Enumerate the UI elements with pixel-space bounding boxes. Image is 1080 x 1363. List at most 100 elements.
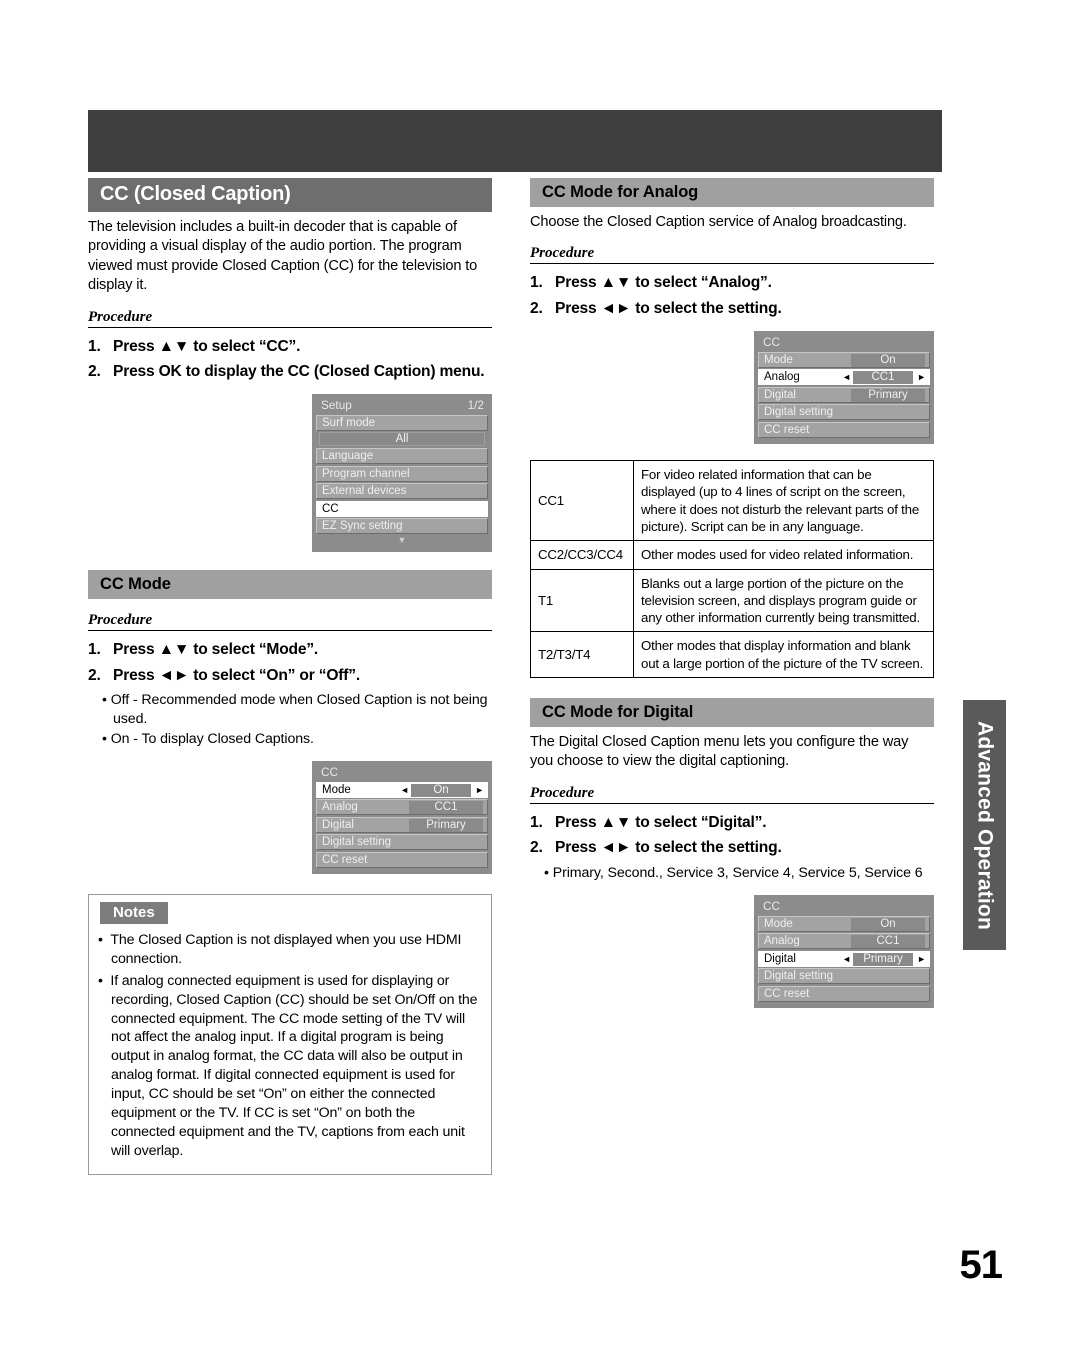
setup-row-label: CC [322,502,339,515]
cc-row-digital-setting[interactable]: Digital setting [758,968,930,985]
step-text: Press ▲▼ to select “CC”. [113,337,301,355]
setup-row-surf-mode[interactable]: Surf mode [316,414,488,431]
notes-list: The Closed Caption is not displayed when… [98,931,482,1161]
step-text: Press OK to display the CC (Closed Capti… [113,363,485,381]
bullets-cc-mode: Off - Recommended mode when Closed Capti… [88,691,492,748]
step-item: 1. Press ▲▼ to select “Digital”. [530,813,934,833]
step-number: 2. [88,666,101,684]
cc-row-label: Digital [764,388,796,401]
cc-row-cc-reset[interactable]: CC reset [758,985,930,1002]
cc-row-value: On [851,917,925,931]
digital-intro-text: The Digital Closed Caption menu lets you… [530,734,909,770]
arrow-left-icon[interactable]: ◄ [400,784,409,797]
setup-menu-wrapper: Setup 1/2 Surf mode All Language Program… [88,393,492,552]
table-row: CC1 For video related information that c… [530,460,934,542]
cc-row-value: CC1 [409,801,483,815]
setup-osd-title-text: Setup [321,397,352,412]
cc-row-label: CC reset [764,987,810,1000]
step-number: 2. [530,300,543,318]
cc-row-digital[interactable]: Digital Primary [758,386,930,403]
setup-row-language[interactable]: Language [316,448,488,465]
cc-row-cc-reset[interactable]: CC reset [316,851,488,868]
arrow-left-icon[interactable]: ◄ [842,953,851,966]
setup-osd-title: Setup 1/2 [316,395,488,415]
side-tab-advanced-operation: Advanced Operation [963,700,1006,950]
procedure-label-digital: Procedure [530,785,934,804]
cc-row-label: CC reset [322,853,368,866]
cc-osd-title: CC [316,762,488,782]
chevron-down-icon[interactable]: ▼ [316,535,488,547]
step-item: 1. Press ▲▼ to select “Analog”. [530,273,934,293]
cc-osd-title: CC [758,332,930,352]
setup-osd-menu: Setup 1/2 Surf mode All Language Program… [312,393,492,552]
cc-osd-title: CC [758,896,930,916]
step-item: 2. Press ◄► to select the setting. [530,838,934,858]
table-cell-desc: Other modes that display information and… [633,631,934,678]
table-cell-desc: Other modes used for video related infor… [633,540,934,570]
cc-row-mode[interactable]: Mode On [758,915,930,932]
cc-row-value: On [851,353,925,367]
cc-row-value: Primary [851,388,925,402]
step-text: Press ▲▼ to select “Mode”. [113,640,319,658]
cc-row-label: Digital setting [764,970,834,983]
right-column: CC Mode for Analog Choose the Closed Cap… [530,178,934,1009]
table-cell-desc: For video related information that can b… [633,460,934,542]
heading-cc-mode: CC Mode [88,569,492,599]
note-item: The Closed Caption is not displayed when… [98,931,482,969]
setup-row-cc[interactable]: CC [316,500,488,517]
cc-row-digital-setting[interactable]: Digital setting [316,834,488,851]
step-text: Press ◄► to select the setting. [555,839,782,857]
cc-osd-menu-analog: CC Mode On Analog ◄ CC1 ► Digital Primar… [754,330,934,445]
cc-row-analog[interactable]: Analog CC1 [758,933,930,950]
cc-menu-digital-wrapper: CC Mode On Analog CC1 Digital ◄ Primary … [530,894,934,1009]
cc-row-analog[interactable]: Analog CC1 [316,799,488,816]
step-text: Press ◄► to select “On” or “Off”. [113,666,360,684]
arrow-right-icon[interactable]: ► [917,371,926,384]
left-column: CC (Closed Caption) The television inclu… [88,178,492,1175]
arrow-right-icon[interactable]: ► [917,953,926,966]
setup-row-program-channel[interactable]: Program channel [316,465,488,482]
table-cell-key: CC1 [530,460,634,542]
cc-osd-title-text: CC [321,764,339,779]
cc-row-label: Analog [764,935,800,948]
cc-row-label: Digital setting [322,836,392,849]
step-number: 1. [88,640,101,658]
cc-osd-menu-digital: CC Mode On Analog CC1 Digital ◄ Primary … [754,894,934,1009]
cc-row-digital[interactable]: Digital ◄ Primary ► [758,950,930,967]
cc-intro-text: The television includes a built-in decod… [88,219,478,294]
steps-digital: 1. Press ▲▼ to select “Digital”. 2. Press … [530,813,934,858]
arrow-right-icon[interactable]: ► [475,784,484,797]
cc-row-digital[interactable]: Digital Primary [316,816,488,833]
steps-analog: 1. Press ▲▼ to select “Analog”. 2. Press ◄… [530,273,934,318]
side-tab-label: Advanced Operation [973,720,997,930]
arrow-left-icon[interactable]: ◄ [842,371,851,384]
procedure-label-analog: Procedure [530,245,934,265]
cc-row-mode[interactable]: Mode ◄ On ► [316,781,488,798]
setup-row-external-devices[interactable]: External devices [316,483,488,500]
setup-row-label: EZ Sync setting [322,520,403,533]
top-banner-bar [88,110,942,172]
cc-row-cc-reset[interactable]: CC reset [758,421,930,438]
cc-row-digital-setting[interactable]: Digital setting [758,404,930,421]
step-number: 2. [530,839,543,857]
notes-tag: Notes [100,902,168,925]
step-item: 2. Press ◄► to select the setting. [530,299,934,319]
cc-row-label: Mode [764,917,793,930]
cc-osd-title-text: CC [763,898,781,913]
setup-row-ez-sync-setting[interactable]: EZ Sync setting [316,518,488,535]
analog-intro-text: Choose the Closed Caption service of Ana… [530,214,907,230]
heading-cc-mode-for-analog: CC Mode for Analog [530,178,934,207]
table-cell-desc: Blanks out a large portion of the pictur… [633,568,934,633]
cc-row-value: CC1 [851,935,925,949]
step-number: 2. [88,363,101,381]
cc-menu-analog-wrapper: CC Mode On Analog ◄ CC1 ► Digital Primar… [530,330,934,445]
bullets-digital: Primary, Second., Service 3, Service 4, … [530,864,934,882]
cc-row-label: Mode [764,353,793,366]
cc-row-label: Mode [322,783,351,796]
setup-surf-mode-value[interactable]: All [319,432,485,447]
cc-row-label: Analog [322,801,358,814]
cc-row-value: Primary [853,952,913,966]
cc-row-label: Analog [764,371,800,384]
cc-row-analog[interactable]: Analog ◄ CC1 ► [758,369,930,386]
cc-row-mode[interactable]: Mode On [758,351,930,368]
